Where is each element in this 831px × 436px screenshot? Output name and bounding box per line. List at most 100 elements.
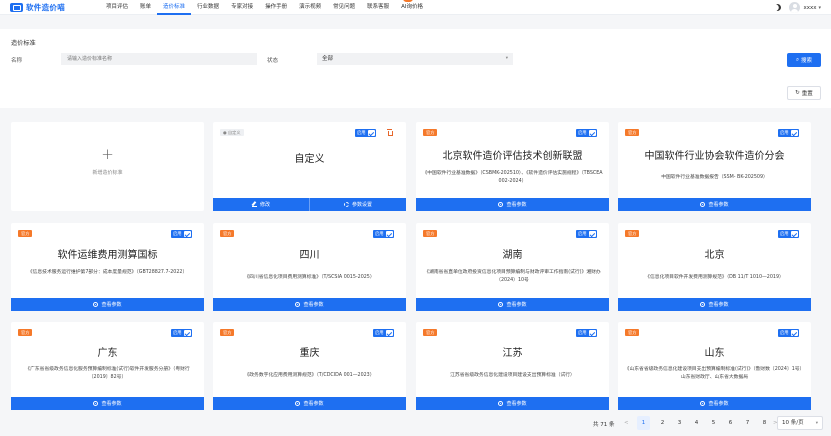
view-params-button[interactable]: 查看参数 bbox=[416, 198, 609, 211]
page-size-value: 10 条/页 bbox=[782, 420, 804, 426]
card-title: 江苏 bbox=[502, 348, 523, 359]
gear-icon bbox=[343, 202, 349, 207]
page-button-4[interactable]: 4 bbox=[690, 416, 703, 430]
check-icon bbox=[588, 231, 596, 237]
trash-icon[interactable] bbox=[387, 129, 393, 136]
card-title: 中国软件行业协会软件造价分会 bbox=[644, 151, 785, 162]
check-icon bbox=[183, 231, 191, 237]
enable-toggle[interactable]: 启用 bbox=[778, 129, 799, 137]
params-settings-button[interactable]: 参数设置 bbox=[309, 198, 406, 211]
enable-toggle[interactable]: 启用 bbox=[171, 230, 192, 238]
view-params-button[interactable]: 查看参数 bbox=[416, 298, 609, 311]
nav-item-project-eval[interactable]: 项目评估 bbox=[100, 0, 134, 15]
status-select-value: 全部 bbox=[322, 56, 334, 62]
page-button-5[interactable]: 5 bbox=[707, 416, 720, 430]
nav-item-demo-video[interactable]: 演示视频 bbox=[293, 0, 327, 15]
eye-icon bbox=[93, 302, 99, 307]
nav-item-faq[interactable]: 常见问题 bbox=[327, 0, 361, 15]
user-area: xxxx ▾ bbox=[774, 0, 821, 15]
eye-icon bbox=[295, 302, 301, 307]
standard-card: 官方 启用 中国软件行业协会软件造价分会 中国软件行业基准数据报告（SSM- B… bbox=[618, 122, 811, 211]
view-params-button[interactable]: 查看参数 bbox=[618, 298, 811, 311]
enable-toggle[interactable]: 启用 bbox=[355, 129, 376, 137]
enable-toggle[interactable]: 启用 bbox=[576, 329, 597, 337]
add-standard-card[interactable]: + 新增造价标准 bbox=[11, 122, 204, 211]
card-description: 《湖南省省直单位政府投资信息化项目预算编制与财政评审工作指南(试行)》湘财办（2… bbox=[424, 270, 601, 283]
page-button-1[interactable]: 1 bbox=[637, 416, 650, 430]
view-params-label: 查看参数 bbox=[506, 202, 527, 208]
page-size-select[interactable]: 10 条/页 ▾ bbox=[777, 416, 823, 430]
eye-icon bbox=[498, 401, 504, 406]
check-icon bbox=[367, 130, 375, 136]
moon-icon[interactable] bbox=[773, 3, 783, 13]
nav-item-support[interactable]: 联系客服 bbox=[361, 0, 395, 15]
view-params-button[interactable]: 查看参数 bbox=[11, 298, 204, 311]
reset-button[interactable]: ↻ 重置 bbox=[787, 86, 821, 100]
logo-text: 软件造价喵 bbox=[26, 2, 65, 12]
enable-toggle[interactable]: 启用 bbox=[171, 329, 192, 337]
standard-card: 官方 启用 广东 《广东省省级政务信息化服务预算编制标准(试行)软件开发服务分册… bbox=[11, 322, 204, 410]
add-standard-label: 新增造价标准 bbox=[92, 170, 123, 176]
enable-label: 启用 bbox=[780, 331, 789, 336]
check-icon bbox=[183, 330, 191, 336]
official-tag: 官方 bbox=[423, 329, 438, 336]
custom-tag: ● 自定义 bbox=[220, 129, 244, 136]
page-button-6[interactable]: 6 bbox=[724, 416, 737, 430]
name-search-input[interactable] bbox=[61, 53, 257, 65]
nav-item-manual[interactable]: 操作手册 bbox=[259, 0, 293, 15]
page-button-7[interactable]: 7 bbox=[741, 416, 754, 430]
view-params-button[interactable]: 查看参数 bbox=[618, 397, 811, 410]
enable-toggle[interactable]: 启用 bbox=[576, 230, 597, 238]
card-title: 四川 bbox=[299, 250, 320, 261]
name-label: 名称 bbox=[11, 58, 23, 64]
username[interactable]: xxxx bbox=[803, 5, 816, 11]
standard-card: 官方 启用 重庆 《政务数字化应用费用测算规范》（T/CDCIDA 001—20… bbox=[213, 322, 406, 410]
card-title: 湖南 bbox=[502, 250, 523, 261]
prev-page-button[interactable]: < bbox=[624, 420, 629, 426]
view-params-button[interactable]: 查看参数 bbox=[618, 198, 811, 211]
card-title: 广东 bbox=[97, 348, 118, 359]
page-button-2[interactable]: 2 bbox=[656, 416, 669, 430]
enable-toggle[interactable]: 启用 bbox=[373, 329, 394, 337]
view-params-button[interactable]: 查看参数 bbox=[11, 397, 204, 410]
view-params-button[interactable]: 查看参数 bbox=[213, 298, 406, 311]
view-params-label: 查看参数 bbox=[506, 302, 527, 308]
eye-icon bbox=[700, 302, 706, 307]
enable-toggle[interactable]: 启用 bbox=[576, 129, 597, 137]
view-params-button[interactable]: 查看参数 bbox=[416, 397, 609, 410]
params-settings-label: 参数设置 bbox=[351, 202, 372, 208]
edit-button[interactable]: 修改 bbox=[213, 198, 309, 211]
check-icon bbox=[790, 330, 798, 336]
nav-item-ai-price[interactable]: AI询价格 · bbox=[395, 0, 429, 15]
nav-item-bill[interactable]: 账单 bbox=[134, 0, 157, 15]
check-icon bbox=[588, 330, 596, 336]
nav-item-expert[interactable]: 专家对接 bbox=[225, 0, 259, 15]
eye-icon bbox=[700, 202, 706, 207]
chevron-down-icon: ▾ bbox=[815, 421, 818, 426]
page-button-8[interactable]: 8 bbox=[758, 416, 771, 430]
edit-button-label: 修改 bbox=[259, 202, 270, 208]
edit-icon bbox=[251, 202, 257, 207]
enable-toggle[interactable]: 启用 bbox=[373, 230, 394, 238]
enable-toggle[interactable]: 启用 bbox=[778, 329, 799, 337]
card-footer: 修改 参数设置 bbox=[213, 198, 406, 211]
nav-item-industry-data[interactable]: 行业数据 bbox=[191, 0, 225, 15]
card-description: 《信息化项目软件开发费用测算规范》（DB 11/T 1010—2019） bbox=[645, 275, 784, 280]
status-select[interactable]: 全部 ▾ bbox=[317, 53, 513, 65]
official-tag: 官方 bbox=[220, 329, 235, 336]
enable-toggle[interactable]: 启用 bbox=[778, 230, 799, 238]
nav-item-cost-standard[interactable]: 造价标准 bbox=[157, 0, 192, 15]
logo[interactable]: 软件造价喵 bbox=[10, 2, 100, 13]
enable-label: 启用 bbox=[173, 232, 182, 237]
official-tag: 官方 bbox=[18, 230, 33, 237]
eye-icon bbox=[93, 401, 99, 406]
avatar[interactable] bbox=[789, 2, 801, 13]
standard-card: 官方 启用 四川 《四川省信息化项目费用测算标准》（T/SCSIA 0015-2… bbox=[213, 223, 406, 311]
chevron-down-icon[interactable]: ▾ bbox=[818, 5, 821, 11]
check-icon bbox=[385, 231, 393, 237]
page-button-3[interactable]: 3 bbox=[673, 416, 686, 430]
filter-panel-bg bbox=[0, 29, 831, 108]
view-params-button[interactable]: 查看参数 bbox=[213, 397, 406, 410]
official-tag: 官方 bbox=[625, 230, 640, 237]
search-button[interactable]: ⌕ 搜索 bbox=[787, 53, 821, 67]
